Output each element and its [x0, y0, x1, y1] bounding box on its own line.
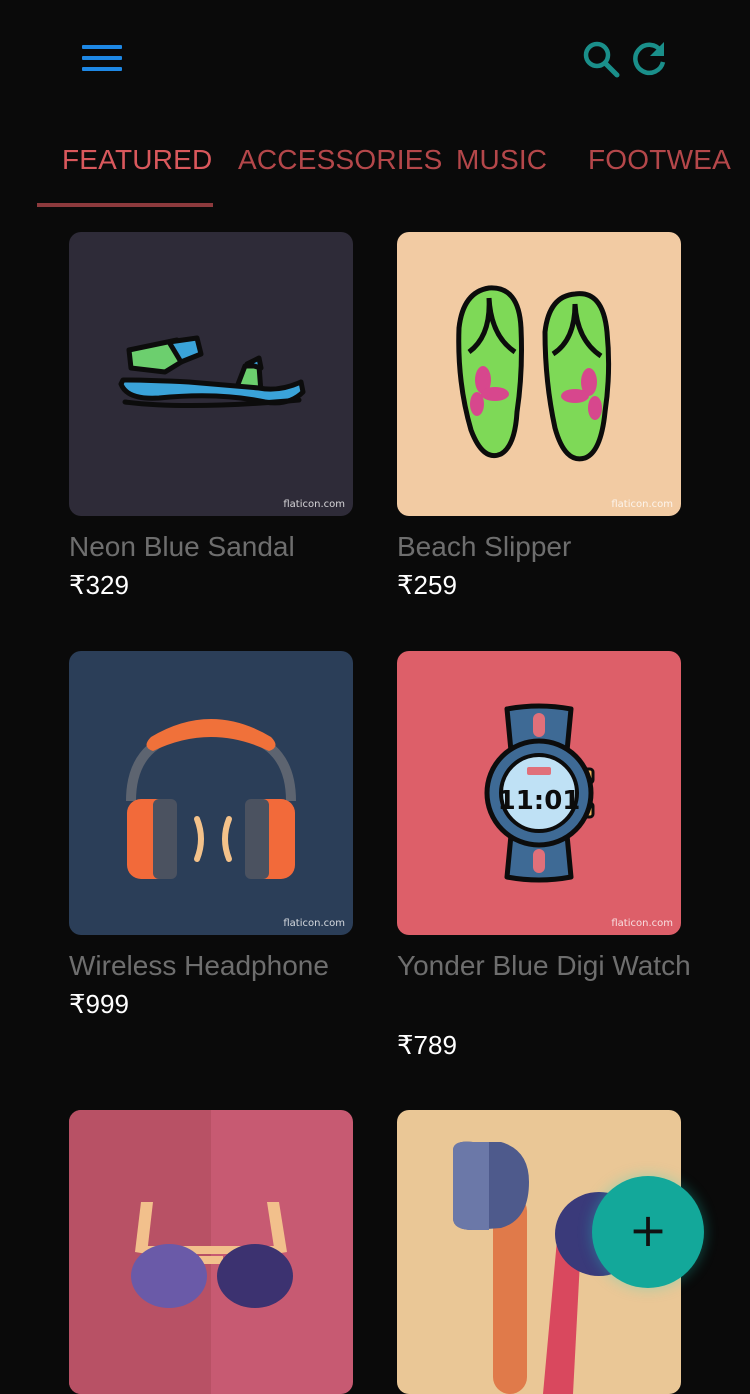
product-price: ₹259: [397, 570, 457, 600]
add-icon: +: [628, 1203, 668, 1257]
product-name: Neon Blue Sandal: [69, 531, 295, 562]
headphones-icon: [69, 651, 353, 935]
tab-footwear[interactable]: FOOTWEA: [588, 144, 731, 176]
product-name: Yonder Blue Digi Watch: [397, 950, 691, 981]
search-icon[interactable]: [580, 38, 622, 80]
product-image[interactable]: flaticon.com: [69, 651, 353, 935]
active-tab-indicator: [37, 203, 213, 207]
add-product-button[interactable]: +: [592, 1176, 704, 1288]
tab-featured[interactable]: FEATURED: [62, 144, 212, 176]
product-price: ₹999: [69, 989, 129, 1019]
sandal-icon: [69, 232, 353, 516]
image-credit: flaticon.com: [283, 499, 345, 510]
product-name: Beach Slipper: [397, 531, 572, 562]
product-image[interactable]: flaticon.com: [69, 232, 353, 516]
sunglasses-icon: [69, 1110, 353, 1394]
category-tabs: FEATURED ACCESSORIES MUSIC FOOTWEA: [0, 120, 750, 210]
smartwatch-icon: 11:01: [397, 651, 681, 935]
product-image[interactable]: [69, 1110, 353, 1394]
image-credit: flaticon.com: [283, 918, 345, 929]
product-name: Wireless Headphone: [69, 950, 329, 981]
product-image[interactable]: 11:01 flaticon.com: [397, 651, 681, 935]
product-price: ₹329: [69, 570, 129, 600]
image-credit: flaticon.com: [611, 918, 673, 929]
watch-time-text: 11:01: [498, 786, 581, 816]
tab-accessories[interactable]: ACCESSORIES: [238, 144, 442, 176]
image-credit: flaticon.com: [611, 499, 673, 510]
product-price: ₹789: [397, 1030, 457, 1060]
hamburger-menu-icon[interactable]: [82, 40, 122, 76]
refresh-icon[interactable]: [628, 38, 670, 80]
tab-music[interactable]: MUSIC: [456, 144, 547, 176]
product-image[interactable]: flaticon.com: [397, 232, 681, 516]
flip-flops-icon: [397, 232, 681, 516]
